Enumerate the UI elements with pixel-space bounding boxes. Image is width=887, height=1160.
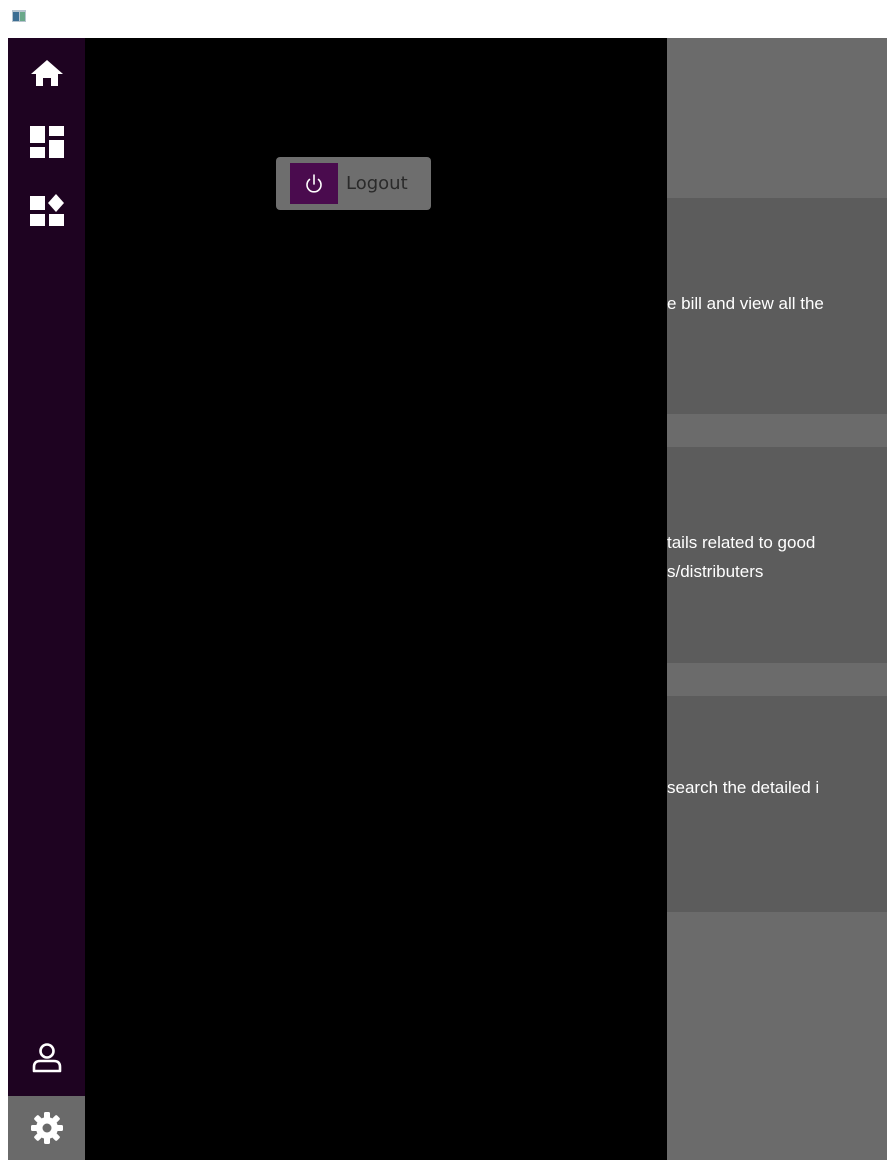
card-description: search the detailed i: [667, 778, 820, 797]
sidebar: [8, 38, 85, 1160]
sidebar-item-home[interactable]: [8, 40, 85, 104]
title-bar: [0, 0, 887, 38]
dashboard-icon: [29, 126, 64, 158]
user-icon: [32, 1043, 61, 1073]
card-goods[interactable]: tails related to good s/distributers: [667, 447, 887, 663]
card-billing[interactable]: e bill and view all the: [667, 198, 887, 414]
sidebar-item-settings[interactable]: [8, 1096, 85, 1160]
app-icon: [12, 10, 26, 22]
sidebar-item-account[interactable]: [8, 1026, 85, 1090]
logout-label: Logout: [346, 173, 408, 194]
apps-add-icon: [29, 194, 64, 226]
gear-icon: [30, 1112, 63, 1144]
sidebar-item-apps[interactable]: [8, 178, 85, 242]
sidebar-item-dashboard[interactable]: [8, 110, 85, 174]
card-description: e bill and view all the: [667, 294, 824, 313]
card-search[interactable]: search the detailed i: [667, 696, 887, 912]
logout-icon-box: [290, 163, 338, 204]
card-description-line-2: s/distributers: [667, 562, 764, 581]
home-icon: [30, 60, 63, 86]
power-icon: [306, 173, 322, 193]
logout-button[interactable]: Logout: [276, 157, 431, 210]
card-description: tails related to good: [667, 533, 816, 552]
main-content: e bill and view all the tails related to…: [667, 38, 887, 1160]
